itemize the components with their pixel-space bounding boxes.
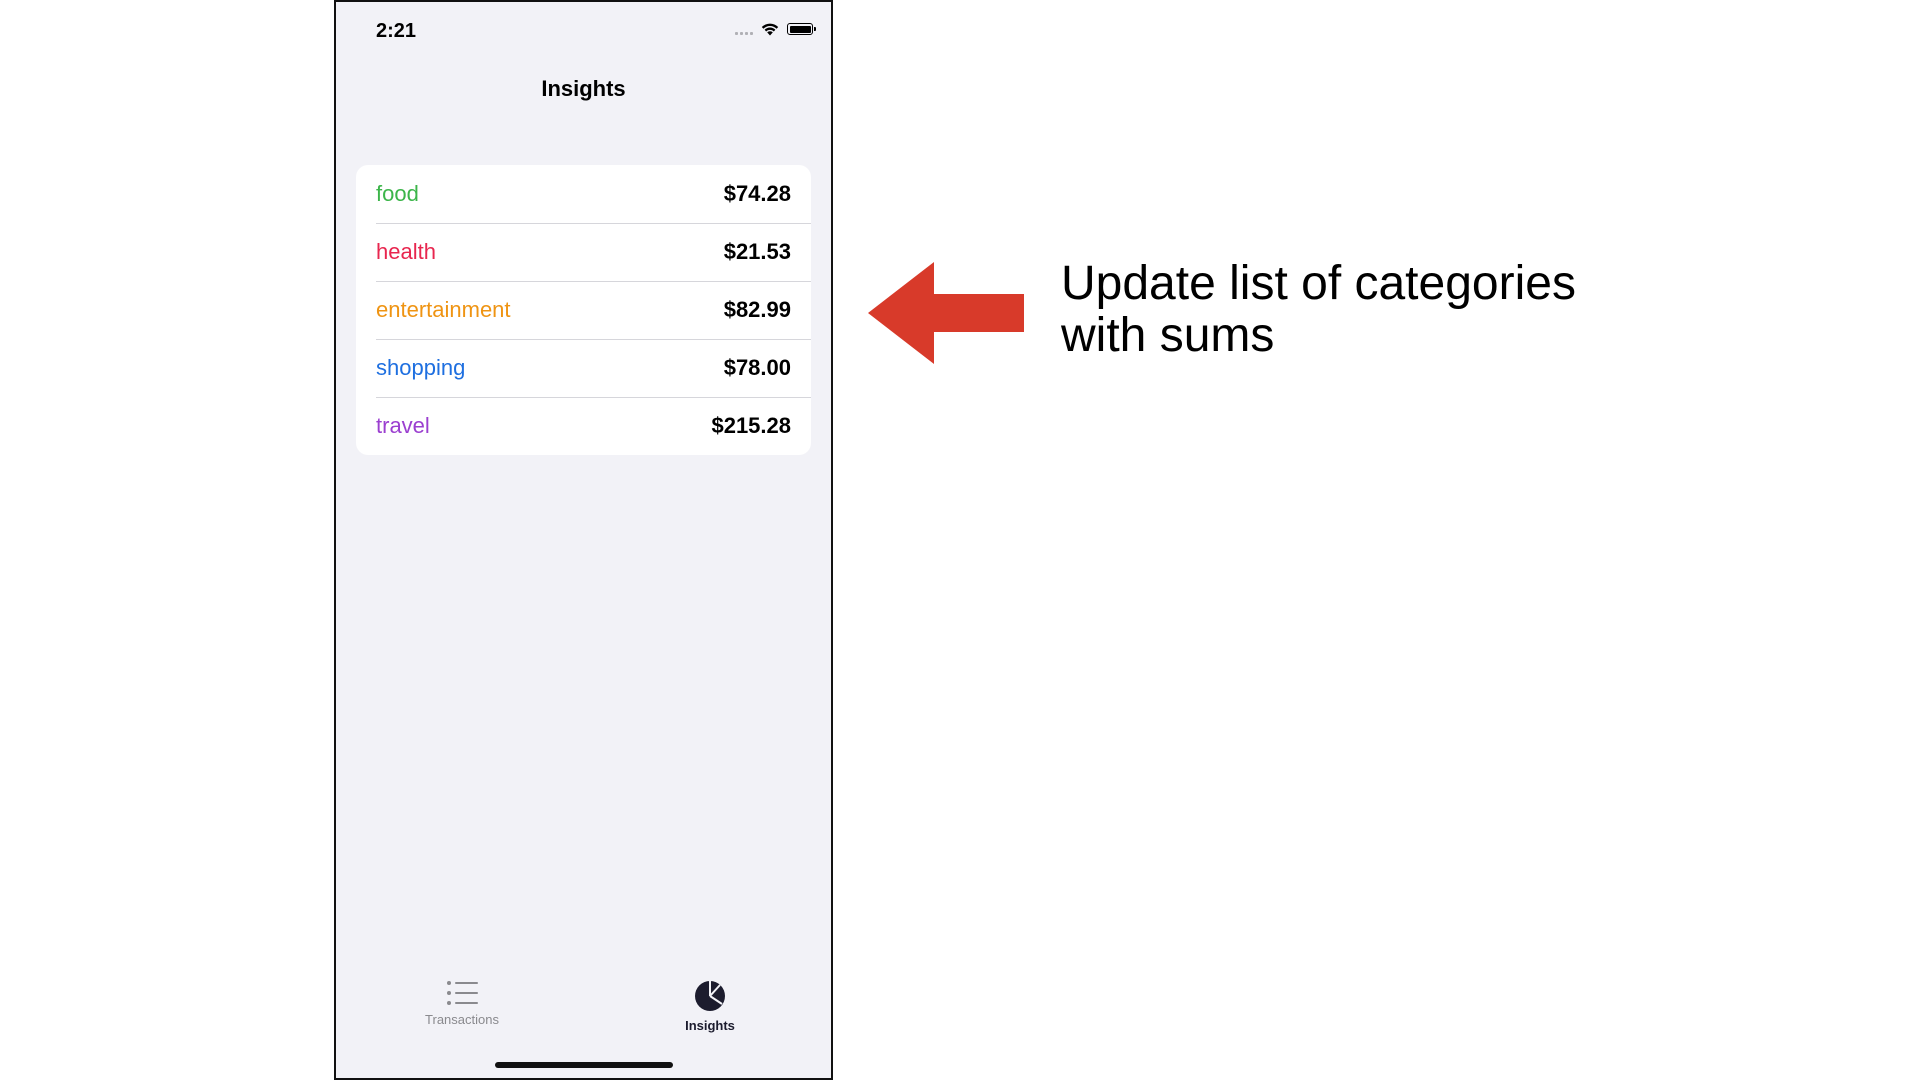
- status-icons: [735, 22, 816, 36]
- category-row[interactable]: food $74.28: [356, 165, 811, 223]
- category-row[interactable]: shopping $78.00: [356, 339, 811, 397]
- arrow-left-icon: [868, 262, 1024, 364]
- tab-bar: Transactions Insights: [336, 958, 831, 1078]
- phone-screen: 2:21 Insights food $74.28 health $21.53 ente…: [334, 0, 833, 1080]
- category-sum: $78.00: [723, 355, 791, 380]
- status-bar: 2:21: [336, 2, 831, 62]
- category-name: food: [376, 181, 419, 206]
- tab-insights[interactable]: Insights: [610, 980, 810, 1033]
- category-sum: $21.53: [723, 239, 791, 264]
- category-name: travel: [376, 413, 430, 438]
- wifi-icon: [761, 23, 779, 36]
- status-time: 2:21: [376, 20, 417, 42]
- category-row[interactable]: travel $215.28: [356, 397, 811, 455]
- home-indicator[interactable]: [494, 1062, 673, 1068]
- tab-transactions-label: Transactions: [425, 1012, 499, 1027]
- category-sum: $74.28: [723, 181, 791, 206]
- annotation-text: Update list of categories with sums: [1061, 257, 1576, 362]
- signal-icon: [735, 23, 753, 35]
- category-row[interactable]: entertainment $82.99: [356, 281, 811, 339]
- tab-transactions[interactable]: Transactions: [362, 980, 562, 1027]
- category-sum: $82.99: [723, 297, 791, 322]
- category-sum: $215.28: [711, 413, 791, 438]
- tab-insights-label: Insights: [685, 1018, 735, 1033]
- pie-chart-icon: [695, 981, 725, 1011]
- page-title: Insights: [541, 76, 626, 101]
- battery-icon: [787, 23, 816, 35]
- category-name: health: [376, 239, 436, 264]
- list-icon: [447, 981, 478, 1005]
- category-list: food $74.28 health $21.53 entertainment $82.9…: [356, 165, 811, 455]
- slide: 2:21 Insights food $74.28 health $21.53 ente…: [0, 0, 1920, 1080]
- category-name: shopping: [376, 355, 466, 380]
- category-row[interactable]: health $21.53: [356, 223, 811, 281]
- category-name: entertainment: [376, 297, 511, 322]
